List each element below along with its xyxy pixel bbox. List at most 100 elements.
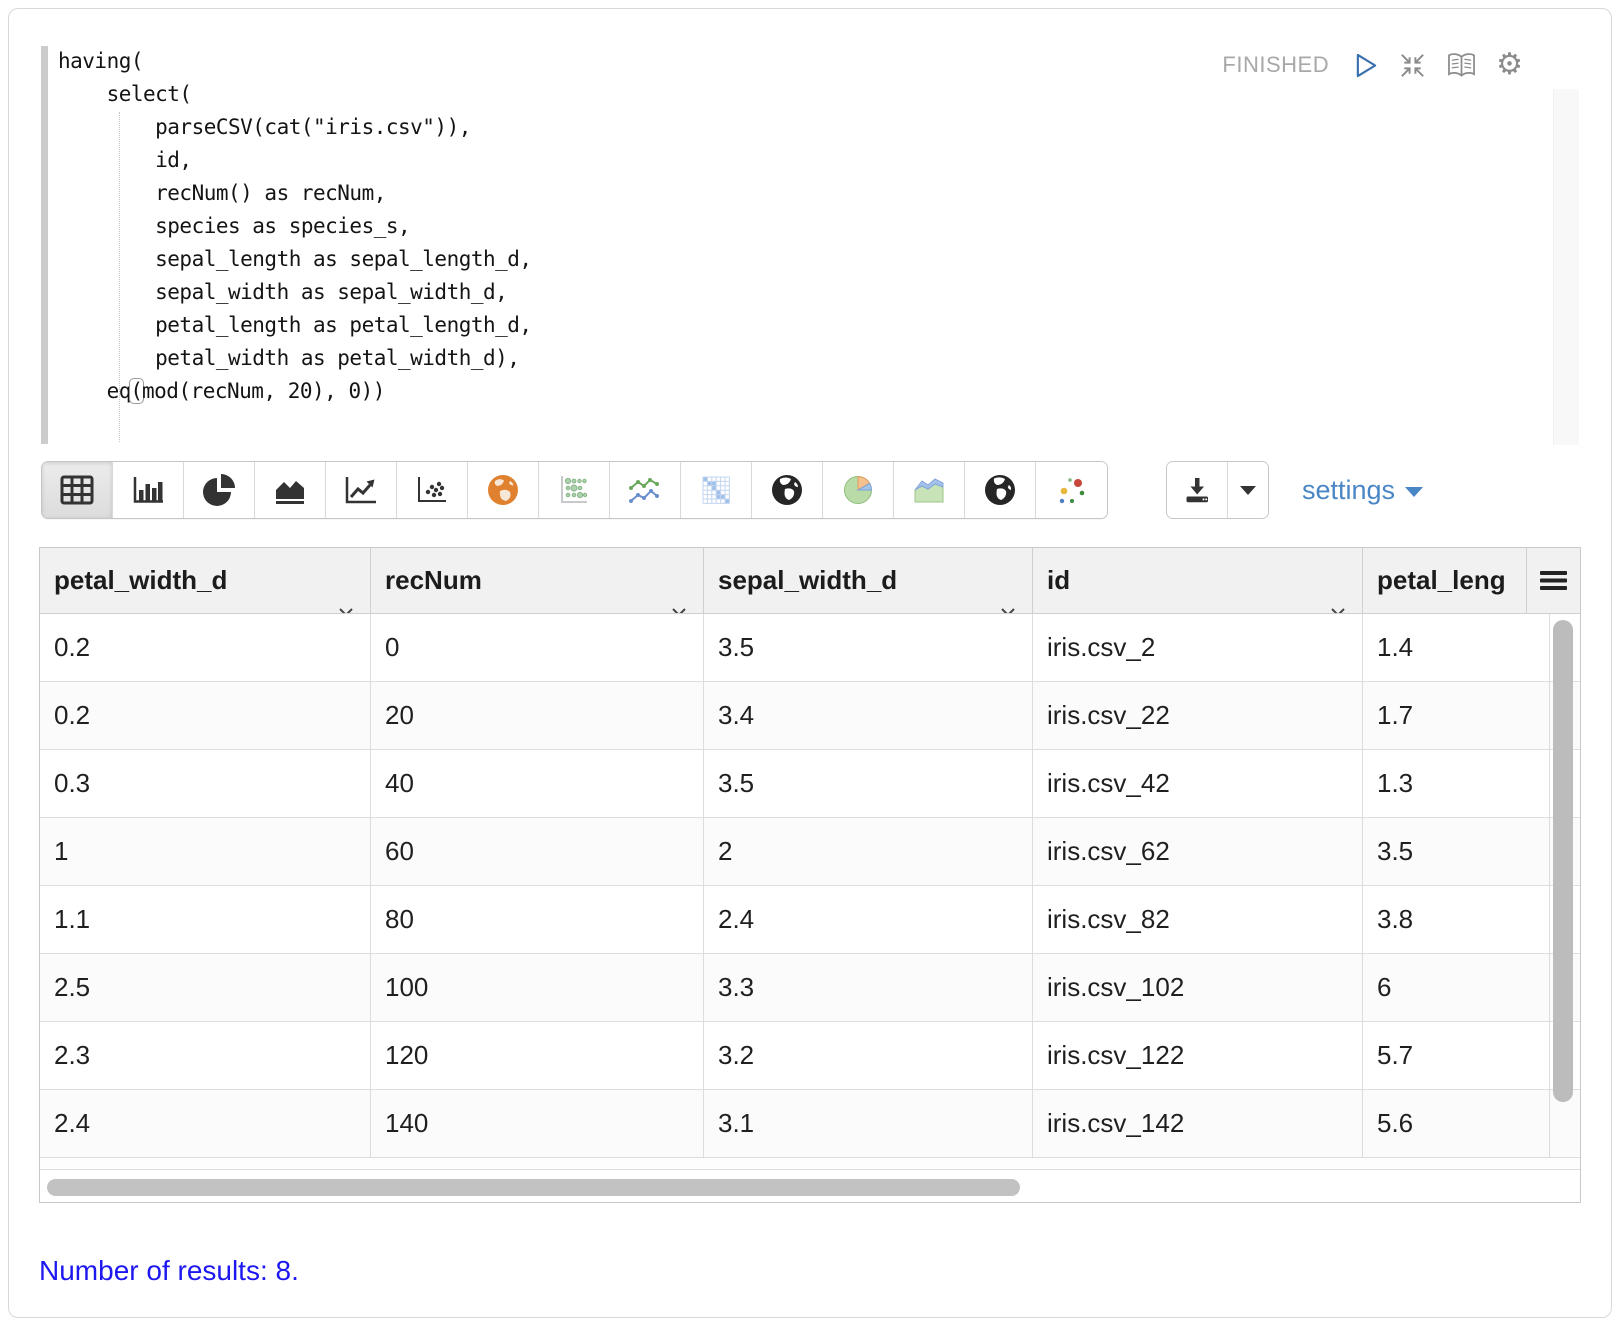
viz-multi-line-button[interactable] bbox=[610, 462, 681, 518]
scatter-colored-icon bbox=[1055, 474, 1089, 506]
column-menu-chevron-icon[interactable] bbox=[338, 576, 354, 614]
table-cell: 1.7 bbox=[1363, 682, 1550, 749]
globe-dark2-icon bbox=[983, 473, 1017, 507]
table-row: 1.1802.4iris.csv_823.8 bbox=[40, 886, 1580, 954]
table-cell: 2.4 bbox=[40, 1090, 371, 1157]
partial-row bbox=[40, 1158, 1580, 1170]
viz-area-chart-button[interactable] bbox=[255, 462, 326, 518]
column-header-recNum[interactable]: recNum bbox=[371, 548, 704, 614]
settings-toggle[interactable]: settings bbox=[1302, 461, 1423, 519]
table-cell: 100 bbox=[371, 954, 704, 1021]
status-badge: FINISHED bbox=[1222, 52, 1329, 78]
viz-area-pastel-button[interactable] bbox=[894, 462, 965, 518]
code-line: sepal_width as sepal_width_d, bbox=[58, 276, 532, 309]
paragraph-settings-button[interactable]: ⚙ bbox=[1496, 50, 1523, 80]
viz-map-button[interactable] bbox=[468, 462, 539, 518]
collapse-icon bbox=[1398, 51, 1427, 80]
viz-heatmap-button[interactable] bbox=[681, 462, 752, 518]
viz-button-group bbox=[41, 461, 1108, 519]
table-header-row: petal_width_d recNum sepal_width_d id pe… bbox=[40, 548, 1580, 614]
table-cell: 3.4 bbox=[704, 682, 1033, 749]
table-cell: 0.2 bbox=[40, 614, 371, 681]
table-cell: 0.3 bbox=[40, 750, 371, 817]
table-cell: 2 bbox=[704, 818, 1033, 885]
table-cell: 3.1 bbox=[704, 1090, 1033, 1157]
viz-scatter-colored-button[interactable] bbox=[1036, 462, 1107, 518]
download-button[interactable] bbox=[1167, 462, 1228, 518]
code-line: petal_width as petal_width_d), bbox=[58, 342, 532, 375]
line-chart-icon bbox=[344, 475, 378, 505]
horizontal-scrollbar[interactable] bbox=[47, 1179, 1020, 1196]
table-cell: 3.5 bbox=[704, 750, 1033, 817]
viz-pie-pastel-button[interactable] bbox=[823, 462, 894, 518]
viz-bubble-grid-button[interactable] bbox=[539, 462, 610, 518]
column-header-petal_length[interactable]: petal_leng bbox=[1363, 548, 1527, 614]
book-icon bbox=[1446, 52, 1477, 79]
pie-chart-icon bbox=[201, 472, 237, 508]
download-split-button bbox=[1166, 461, 1269, 519]
editor-scrollbar[interactable] bbox=[1553, 89, 1579, 445]
table-row: 2.31203.2iris.csv_1225.7 bbox=[40, 1022, 1580, 1090]
table-cell: iris.csv_2 bbox=[1033, 614, 1363, 681]
viz-globe-button[interactable] bbox=[752, 462, 823, 518]
play-icon bbox=[1354, 52, 1379, 79]
vertical-scrollbar[interactable] bbox=[1553, 620, 1573, 1102]
code-line: recNum() as recNum, bbox=[58, 177, 532, 210]
column-header-id[interactable]: id bbox=[1033, 548, 1363, 614]
table-cell: 1.4 bbox=[1363, 614, 1550, 681]
column-menu-chevron-icon[interactable] bbox=[1000, 576, 1016, 614]
download-icon bbox=[1182, 475, 1212, 505]
code-line: species as species_s, bbox=[58, 210, 532, 243]
table-row: 2.41403.1iris.csv_1425.6 bbox=[40, 1090, 1580, 1158]
multi-line-chart-icon bbox=[628, 474, 662, 506]
viz-bar-chart-button[interactable] bbox=[113, 462, 184, 518]
table-menu-button[interactable] bbox=[1527, 548, 1580, 614]
download-options-button[interactable] bbox=[1228, 462, 1268, 518]
viz-pie-chart-button[interactable] bbox=[184, 462, 255, 518]
table-cell: iris.csv_102 bbox=[1033, 954, 1363, 1021]
table-cell: 3.2 bbox=[704, 1022, 1033, 1089]
column-header-sepal_width_d[interactable]: sepal_width_d bbox=[704, 548, 1033, 614]
viz-line-chart-button[interactable] bbox=[326, 462, 397, 518]
settings-caret-icon bbox=[1405, 487, 1423, 497]
table-cell: 0 bbox=[371, 614, 704, 681]
area-pastel-icon bbox=[912, 474, 946, 506]
gear-icon: ⚙ bbox=[1496, 50, 1523, 80]
table-cell: 60 bbox=[371, 818, 704, 885]
code-line: select( bbox=[58, 78, 532, 111]
table-icon bbox=[60, 475, 94, 505]
scatter-chart-icon bbox=[415, 475, 449, 505]
table-cell: 2.3 bbox=[40, 1022, 371, 1089]
viz-table-button[interactable] bbox=[42, 462, 113, 518]
code-line: having( bbox=[58, 45, 532, 78]
shrink-paragraph-button[interactable] bbox=[1398, 51, 1427, 80]
table-cell: 6 bbox=[1363, 954, 1550, 1021]
column-menu-chevron-icon[interactable] bbox=[1330, 576, 1346, 614]
heatmap-icon bbox=[699, 473, 733, 507]
table-row: 0.203.5iris.csv_21.4 bbox=[40, 614, 1580, 682]
paragraph-card: having( select( parseCSV(cat("iris.csv")… bbox=[8, 8, 1612, 1318]
table-cell: 2.5 bbox=[40, 954, 371, 1021]
column-menu-chevron-icon[interactable] bbox=[671, 576, 687, 614]
results-count: Number of results: 8. bbox=[39, 1255, 299, 1287]
globe-dark-icon bbox=[770, 473, 804, 507]
table-cell: iris.csv_122 bbox=[1033, 1022, 1363, 1089]
column-header-petal_width_d[interactable]: petal_width_d bbox=[40, 548, 371, 614]
viz-globe2-button[interactable] bbox=[965, 462, 1036, 518]
globe-orange-icon bbox=[486, 473, 520, 507]
table-cell: 120 bbox=[371, 1022, 704, 1089]
table-cell: iris.csv_42 bbox=[1033, 750, 1363, 817]
table-cell: 2.4 bbox=[704, 886, 1033, 953]
table-row: 1602iris.csv_623.5 bbox=[40, 818, 1580, 886]
table-cell: 1 bbox=[40, 818, 371, 885]
table-cell: iris.csv_22 bbox=[1033, 682, 1363, 749]
table-row: 0.3403.5iris.csv_421.3 bbox=[40, 750, 1580, 818]
viz-scatter-chart-button[interactable] bbox=[397, 462, 468, 518]
toggle-output-button[interactable] bbox=[1446, 52, 1477, 79]
table-row: 0.2203.4iris.csv_221.7 bbox=[40, 682, 1580, 750]
code-line: sepal_length as sepal_length_d, bbox=[58, 243, 532, 276]
run-button[interactable] bbox=[1354, 52, 1379, 79]
code-line: eq(mod(recNum, 20), 0)) bbox=[58, 375, 532, 408]
bar-chart-icon bbox=[131, 475, 165, 505]
code-line: petal_length as petal_length_d, bbox=[58, 309, 532, 342]
